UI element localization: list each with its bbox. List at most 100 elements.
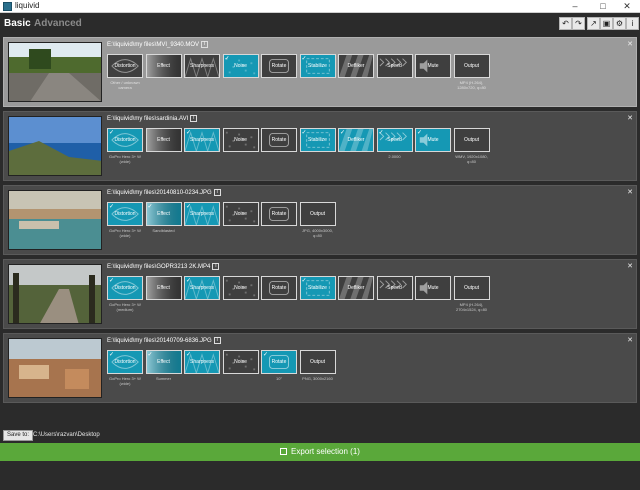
filter-tile[interactable]: Defliker <box>338 276 374 300</box>
filter-distortion[interactable]: ✓ Distortion GoPro Hero 3+ W (wide) <box>107 202 143 238</box>
file-row[interactable]: E:\liquivid\my files\MVI_9340.MOV i ✕ Disto… <box>3 37 637 107</box>
filter-effect[interactable]: Effect <box>145 128 182 152</box>
camera-icon[interactable]: ▣ <box>600 17 613 30</box>
filter-effect[interactable]: Effect <box>145 54 182 78</box>
filter-tile[interactable]: ✓ Speed <box>376 128 413 152</box>
filter-speed[interactable]: Speed <box>376 276 413 300</box>
filter-tile[interactable]: Output <box>299 350 336 374</box>
filter-tile[interactable]: Effect <box>145 276 182 300</box>
filter-distortion[interactable]: ✓ Distortion GoPro Hero 3+ W (wide) <box>107 350 143 386</box>
file-row[interactable]: E:\liquivid\my files\20140709-6836.JPG i ✕… <box>3 333 637 403</box>
filter-output[interactable]: Output JPG, 4000x3000, q=80 <box>299 202 336 238</box>
filter-tile[interactable]: Noise <box>222 276 259 300</box>
filter-output[interactable]: Output WMV, 1920x1080, q=80 <box>453 128 490 164</box>
filter-tile[interactable]: Effect <box>145 128 182 152</box>
filter-sharpness[interactable]: ✓ Sharpness <box>184 202 220 226</box>
filter-stabilize[interactable]: ✓ Stabilize <box>299 276 336 300</box>
filter-tile[interactable]: Output <box>453 276 490 300</box>
filter-tile[interactable]: ✓ Sharpness <box>184 276 220 300</box>
filter-tile[interactable]: Effect <box>145 54 182 78</box>
filter-rotate[interactable]: Rotate <box>261 202 297 226</box>
redo-icon[interactable]: ↷ <box>572 17 585 30</box>
filter-rotate[interactable]: ✓ Rotate 10° <box>261 350 297 381</box>
filter-speed[interactable]: Speed <box>376 54 413 78</box>
filter-tile[interactable]: Defliker <box>338 54 374 78</box>
filter-mute[interactable]: Mute <box>415 54 451 78</box>
filter-tile[interactable]: ✓ Noise <box>222 54 259 78</box>
file-info-icon[interactable]: i <box>213 337 221 344</box>
filter-output[interactable]: Output MP4 (H.264), 2704x1524, q=80 <box>453 276 490 312</box>
filter-tile[interactable]: Distortion <box>107 54 143 78</box>
remove-file-icon[interactable]: ✕ <box>627 262 633 270</box>
export-settings-icon[interactable]: ↗ <box>587 17 600 30</box>
filter-tile[interactable]: Mute <box>415 54 451 78</box>
filter-stabilize[interactable]: ✓ Stabilize <box>299 54 336 78</box>
remove-file-icon[interactable]: ✕ <box>627 40 633 48</box>
filter-output[interactable]: Output MP4 (H.264), 1280x720, q=80 <box>453 54 490 90</box>
filter-tile[interactable]: ✓ Sharpness <box>184 202 220 226</box>
filter-mute[interactable]: ✓ Mute <box>415 128 451 152</box>
tab-advanced[interactable]: Advanced <box>34 18 82 29</box>
file-thumbnail[interactable] <box>8 264 102 324</box>
filter-tile[interactable]: ✓ Effect <box>145 350 182 374</box>
file-thumbnail[interactable] <box>8 116 102 176</box>
filter-tile[interactable]: ✓ Effect <box>145 202 182 226</box>
filter-effect[interactable]: Effect <box>145 276 182 300</box>
filter-noise[interactable]: Noise <box>222 202 259 226</box>
filter-stabilize[interactable]: ✓ Stabilize <box>299 128 336 152</box>
filter-sharpness[interactable]: ✓ Sharpness <box>184 276 220 300</box>
filter-tile[interactable]: Output <box>453 54 490 78</box>
remove-file-icon[interactable]: ✕ <box>627 336 633 344</box>
filter-distortion[interactable]: ✓ Distortion GoPro Hero 3+ W (medium) <box>107 276 143 312</box>
filter-mute[interactable]: Mute <box>415 276 451 300</box>
file-row[interactable]: E:\liquivid\my files\GOPR3213 2K.MP4 i ✕ ✓ D… <box>3 259 637 329</box>
filter-tile[interactable]: Rotate <box>261 276 297 300</box>
filter-tile[interactable]: Noise <box>222 350 259 374</box>
remove-file-icon[interactable]: ✕ <box>627 188 633 196</box>
tab-basic[interactable]: Basic <box>4 18 31 29</box>
filter-rotate[interactable]: Rotate <box>261 276 297 300</box>
filter-distortion[interactable]: ✓ Distortion GoPro Hero 3+ W (wide) <box>107 128 143 164</box>
filter-tile[interactable]: Noise <box>222 202 259 226</box>
filter-noise[interactable]: Noise <box>222 128 259 152</box>
filter-noise[interactable]: ✓ Noise <box>222 54 259 78</box>
filter-tile[interactable]: ✓ Distortion <box>107 276 143 300</box>
filter-effect[interactable]: ✓ Effect Summer <box>145 350 182 381</box>
file-info-icon[interactable]: i <box>213 189 221 196</box>
filter-tile[interactable]: ✓ Stabilize <box>299 128 336 152</box>
filter-defliker[interactable]: ✓ Defliker <box>338 128 374 152</box>
filter-speed[interactable]: ✓ Speed 2.0000 <box>376 128 413 159</box>
filter-tile[interactable]: Rotate <box>261 54 297 78</box>
filter-output[interactable]: Output PNG, 3000x2160 <box>299 350 336 381</box>
close-button[interactable]: ✕ <box>614 0 640 13</box>
filter-tile[interactable]: ✓ Rotate <box>261 350 297 374</box>
filter-distortion[interactable]: Distortion Other / unknown camera <box>107 54 143 90</box>
filter-noise[interactable]: Noise <box>222 350 259 374</box>
save-to-button[interactable]: Save to: <box>3 430 34 441</box>
filter-tile[interactable]: Speed <box>376 54 413 78</box>
filter-tile[interactable]: ✓ Sharpness <box>184 128 220 152</box>
filter-tile[interactable]: Output <box>453 128 490 152</box>
info-icon[interactable]: i <box>626 17 639 30</box>
file-thumbnail[interactable] <box>8 190 102 250</box>
filter-sharpness[interactable]: Sharpness <box>184 54 220 78</box>
filter-effect[interactable]: ✓ Effect Sandblasted <box>145 202 182 233</box>
file-thumbnail[interactable] <box>8 338 102 398</box>
file-row[interactable]: E:\liquivid\my files\sardinia.AVI i ✕ ✓ Dist… <box>3 111 637 181</box>
filter-tile[interactable]: Rotate <box>261 202 297 226</box>
filter-defliker[interactable]: Defliker <box>338 276 374 300</box>
file-info-icon[interactable]: i <box>190 115 198 122</box>
filter-rotate[interactable]: Rotate <box>261 54 297 78</box>
filter-tile[interactable]: ✓ Distortion <box>107 202 143 226</box>
filter-rotate[interactable]: Rotate <box>261 128 297 152</box>
filter-tile[interactable]: ✓ Sharpness <box>184 350 220 374</box>
file-row[interactable]: E:\liquivid\my files\20140810-0234.JPG i ✕… <box>3 185 637 255</box>
file-thumbnail[interactable] <box>8 42 102 102</box>
filter-tile[interactable]: ✓ Mute <box>415 128 451 152</box>
remove-file-icon[interactable]: ✕ <box>627 114 633 122</box>
file-info-icon[interactable]: i <box>201 41 209 48</box>
filter-noise[interactable]: Noise <box>222 276 259 300</box>
filter-tile[interactable]: Speed <box>376 276 413 300</box>
maximize-button[interactable]: □ <box>590 0 616 13</box>
filter-tile[interactable]: Rotate <box>261 128 297 152</box>
